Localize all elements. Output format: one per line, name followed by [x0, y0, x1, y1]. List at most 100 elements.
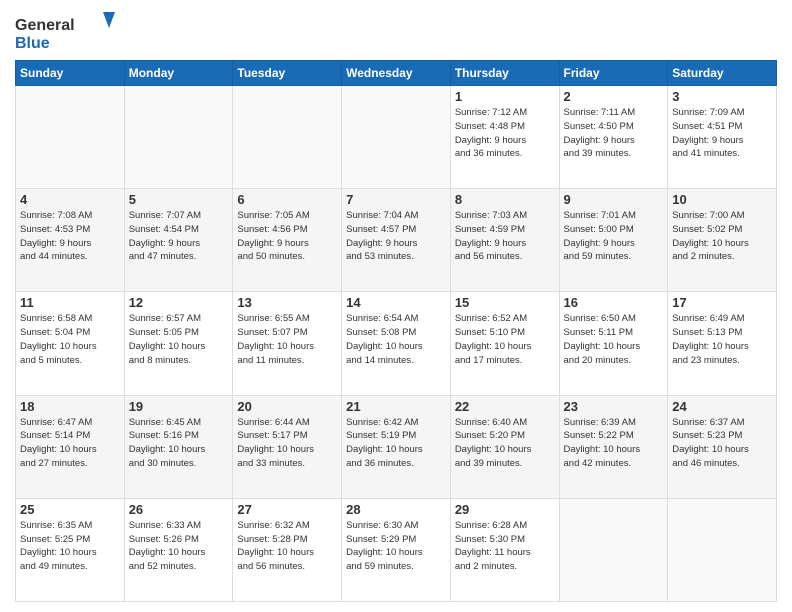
day-number: 1	[455, 89, 555, 104]
calendar-cell: 18Sunrise: 6:47 AM Sunset: 5:14 PM Dayli…	[16, 395, 125, 498]
calendar-cell: 1 Sunrise: 7:12 AM Sunset: 4:48 PM Daylig…	[450, 86, 559, 189]
calendar-cell	[16, 86, 125, 189]
calendar-cell: 23 Sunrise: 6:39 AM Sunset: 5:22 PM Dayli…	[559, 395, 668, 498]
day-number: 11	[20, 295, 120, 310]
svg-text:Blue: Blue	[15, 35, 50, 52]
calendar-cell	[233, 86, 342, 189]
day-info: Sunrise: 6:55 AM Sunset: 5:07 PM Dayligh…	[237, 312, 337, 367]
day-info: Sunrise: 6:57 AM Sunset: 5:05 PM Dayligh…	[129, 312, 229, 367]
day-number: 23	[564, 399, 664, 414]
day-info: Sunrise: 6:39 AM Sunset: 5:22 PM Dayligh…	[564, 416, 664, 471]
day-number: 6	[237, 192, 337, 207]
day-info: Sunrise: 7:07 AM Sunset: 4:54 PM Dayligh…	[129, 209, 229, 264]
svg-text:General: General	[15, 17, 75, 34]
calendar-cell: 19 Sunrise: 6:45 AM Sunset: 5:16 PM Dayli…	[124, 395, 233, 498]
day-number: 21	[346, 399, 446, 414]
calendar-cell: 16 Sunrise: 6:50 AM Sunset: 5:11 PM Dayli…	[559, 292, 668, 395]
day-number: 4	[20, 192, 120, 207]
calendar-cell: 27 Sunrise: 6:32 AM Sunset: 5:28 PM Dayli…	[233, 498, 342, 601]
calendar-cell: 6 Sunrise: 7:05 AM Sunset: 4:56 PM Daylig…	[233, 189, 342, 292]
day-number: 19	[129, 399, 229, 414]
calendar-table: SundayMondayTuesdayWednesdayThursdayFrid…	[15, 60, 777, 602]
week-row-1: 1 Sunrise: 7:12 AM Sunset: 4:48 PM Daylig…	[16, 86, 777, 189]
day-number: 17	[672, 295, 772, 310]
day-number: 18	[20, 399, 120, 414]
col-header-friday: Friday	[559, 61, 668, 86]
col-header-tuesday: Tuesday	[233, 61, 342, 86]
calendar-cell: 11 Sunrise: 6:58 AM Sunset: 5:04 PM Dayli…	[16, 292, 125, 395]
calendar-cell: 4 Sunrise: 7:08 AM Sunset: 4:53 PM Daylig…	[16, 189, 125, 292]
day-number: 15	[455, 295, 555, 310]
calendar-cell: 8 Sunrise: 7:03 AM Sunset: 4:59 PM Daylig…	[450, 189, 559, 292]
day-number: 8	[455, 192, 555, 207]
day-number: 12	[129, 295, 229, 310]
calendar-cell	[342, 86, 451, 189]
day-info: Sunrise: 6:58 AM Sunset: 5:04 PM Dayligh…	[20, 312, 120, 367]
day-number: 13	[237, 295, 337, 310]
day-info: Sunrise: 6:35 AM Sunset: 5:25 PM Dayligh…	[20, 519, 120, 574]
day-info: Sunrise: 6:54 AM Sunset: 5:08 PM Dayligh…	[346, 312, 446, 367]
day-info: Sunrise: 7:00 AM Sunset: 5:02 PM Dayligh…	[672, 209, 772, 264]
day-info: Sunrise: 6:52 AM Sunset: 5:10 PM Dayligh…	[455, 312, 555, 367]
day-number: 3	[672, 89, 772, 104]
day-info: Sunrise: 6:50 AM Sunset: 5:11 PM Dayligh…	[564, 312, 664, 367]
col-header-monday: Monday	[124, 61, 233, 86]
day-info: Sunrise: 6:32 AM Sunset: 5:28 PM Dayligh…	[237, 519, 337, 574]
calendar-header-row: SundayMondayTuesdayWednesdayThursdayFrid…	[16, 61, 777, 86]
day-info: Sunrise: 6:30 AM Sunset: 5:29 PM Dayligh…	[346, 519, 446, 574]
day-info: Sunrise: 7:04 AM Sunset: 4:57 PM Dayligh…	[346, 209, 446, 264]
day-number: 5	[129, 192, 229, 207]
calendar-cell: 17 Sunrise: 6:49 AM Sunset: 5:13 PM Dayli…	[668, 292, 777, 395]
week-row-4: 18Sunrise: 6:47 AM Sunset: 5:14 PM Dayli…	[16, 395, 777, 498]
calendar-cell: 10 Sunrise: 7:00 AM Sunset: 5:02 PM Dayli…	[668, 189, 777, 292]
calendar-cell: 13 Sunrise: 6:55 AM Sunset: 5:07 PM Dayli…	[233, 292, 342, 395]
day-info: Sunrise: 6:28 AM Sunset: 5:30 PM Dayligh…	[455, 519, 555, 574]
day-number: 29	[455, 502, 555, 517]
day-info: Sunrise: 6:49 AM Sunset: 5:13 PM Dayligh…	[672, 312, 772, 367]
col-header-thursday: Thursday	[450, 61, 559, 86]
calendar-cell: 9 Sunrise: 7:01 AM Sunset: 5:00 PM Daylig…	[559, 189, 668, 292]
day-number: 7	[346, 192, 446, 207]
day-number: 10	[672, 192, 772, 207]
day-number: 14	[346, 295, 446, 310]
day-number: 16	[564, 295, 664, 310]
day-number: 26	[129, 502, 229, 517]
calendar-cell	[559, 498, 668, 601]
day-number: 28	[346, 502, 446, 517]
week-row-5: 25 Sunrise: 6:35 AM Sunset: 5:25 PM Dayli…	[16, 498, 777, 601]
calendar-cell: 22Sunrise: 6:40 AM Sunset: 5:20 PM Dayli…	[450, 395, 559, 498]
col-header-wednesday: Wednesday	[342, 61, 451, 86]
page: General Blue SundayMondayTuesdayWednesda…	[0, 0, 792, 612]
col-header-sunday: Sunday	[16, 61, 125, 86]
day-number: 20	[237, 399, 337, 414]
day-number: 2	[564, 89, 664, 104]
day-info: Sunrise: 6:45 AM Sunset: 5:16 PM Dayligh…	[129, 416, 229, 471]
week-row-2: 4 Sunrise: 7:08 AM Sunset: 4:53 PM Daylig…	[16, 189, 777, 292]
calendar-cell: 7 Sunrise: 7:04 AM Sunset: 4:57 PM Daylig…	[342, 189, 451, 292]
calendar-cell	[668, 498, 777, 601]
calendar-cell: 29 Sunrise: 6:28 AM Sunset: 5:30 PM Dayli…	[450, 498, 559, 601]
calendar-cell: 2 Sunrise: 7:11 AM Sunset: 4:50 PM Daylig…	[559, 86, 668, 189]
day-info: Sunrise: 7:09 AM Sunset: 4:51 PM Dayligh…	[672, 106, 772, 161]
day-info: Sunrise: 6:40 AM Sunset: 5:20 PM Dayligh…	[455, 416, 555, 471]
day-info: Sunrise: 6:33 AM Sunset: 5:26 PM Dayligh…	[129, 519, 229, 574]
header: General Blue	[15, 10, 777, 54]
day-info: Sunrise: 7:08 AM Sunset: 4:53 PM Dayligh…	[20, 209, 120, 264]
day-info: Sunrise: 7:12 AM Sunset: 4:48 PM Dayligh…	[455, 106, 555, 161]
day-info: Sunrise: 7:05 AM Sunset: 4:56 PM Dayligh…	[237, 209, 337, 264]
day-number: 25	[20, 502, 120, 517]
day-info: Sunrise: 6:44 AM Sunset: 5:17 PM Dayligh…	[237, 416, 337, 471]
day-info: Sunrise: 6:37 AM Sunset: 5:23 PM Dayligh…	[672, 416, 772, 471]
col-header-saturday: Saturday	[668, 61, 777, 86]
calendar-cell: 3 Sunrise: 7:09 AM Sunset: 4:51 PM Daylig…	[668, 86, 777, 189]
calendar-cell: 25 Sunrise: 6:35 AM Sunset: 5:25 PM Dayli…	[16, 498, 125, 601]
day-number: 27	[237, 502, 337, 517]
calendar-cell: 12 Sunrise: 6:57 AM Sunset: 5:05 PM Dayli…	[124, 292, 233, 395]
day-info: Sunrise: 7:03 AM Sunset: 4:59 PM Dayligh…	[455, 209, 555, 264]
day-number: 9	[564, 192, 664, 207]
day-number: 24	[672, 399, 772, 414]
calendar-cell: 26 Sunrise: 6:33 AM Sunset: 5:26 PM Dayli…	[124, 498, 233, 601]
day-info: Sunrise: 7:11 AM Sunset: 4:50 PM Dayligh…	[564, 106, 664, 161]
day-info: Sunrise: 7:01 AM Sunset: 5:00 PM Dayligh…	[564, 209, 664, 264]
calendar-cell: 5 Sunrise: 7:07 AM Sunset: 4:54 PM Daylig…	[124, 189, 233, 292]
